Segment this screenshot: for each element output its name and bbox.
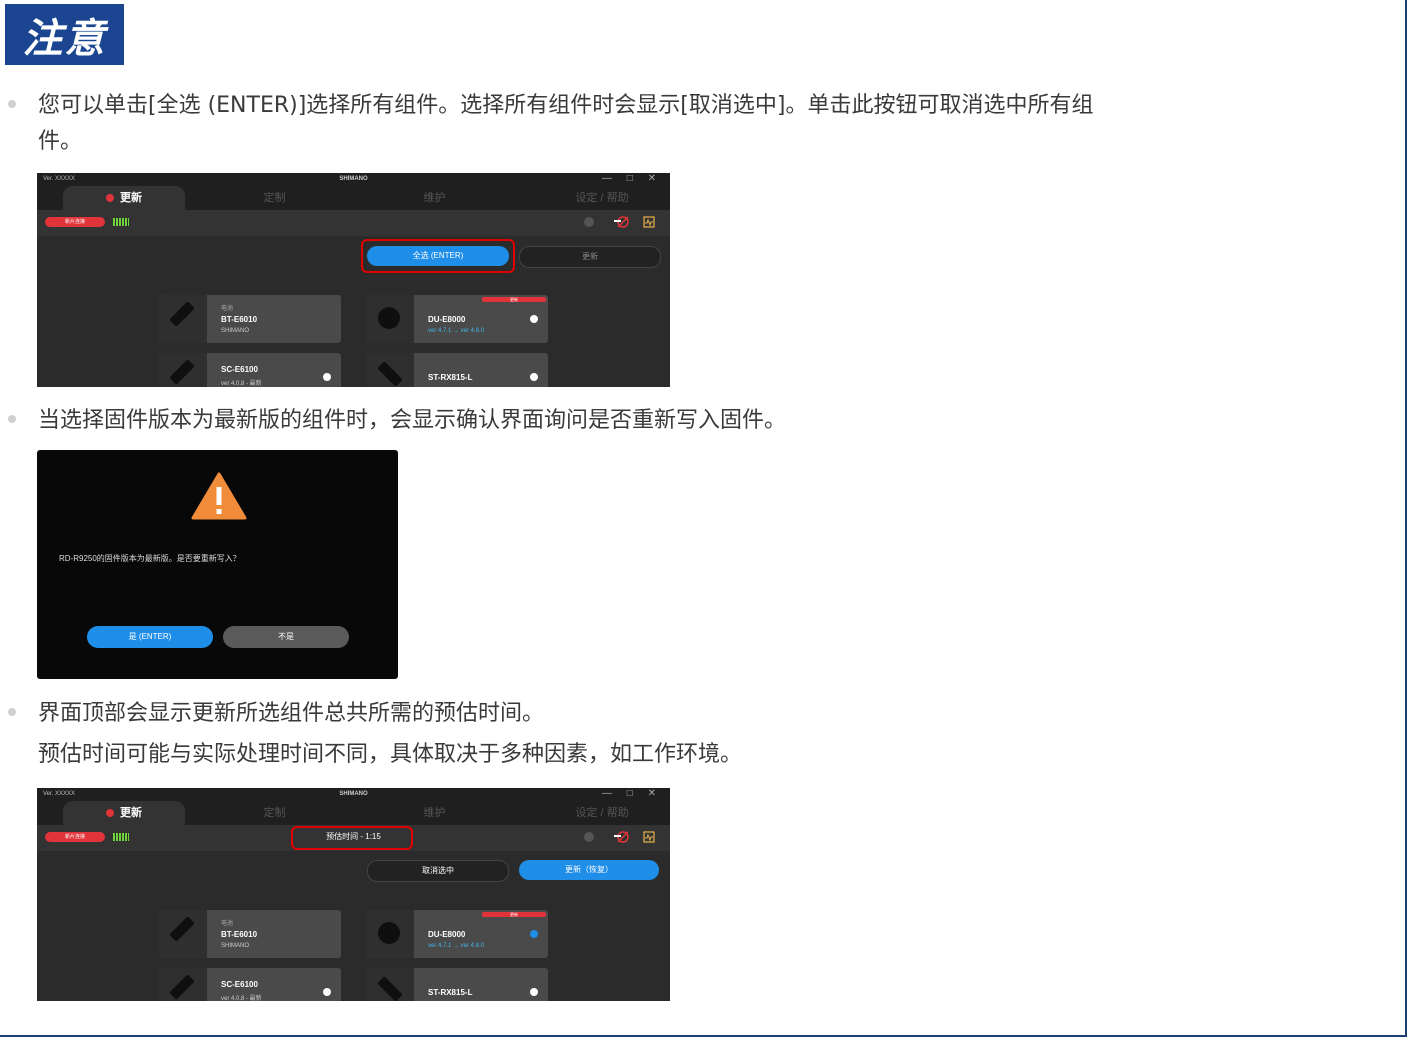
tab-label: 更新	[120, 807, 142, 819]
tab-maintenance[interactable]: 维护	[397, 801, 472, 825]
deselect-button[interactable]: 取消选中	[367, 860, 509, 882]
tab-update[interactable]: 更新	[63, 801, 185, 825]
dialog-message: RD-R9250的固件版本为最新版。是否要重新写入？	[59, 554, 241, 563]
drive-unit-image	[366, 910, 414, 958]
card-category: 电池	[221, 921, 234, 927]
toolbar: 新片连接 预估时间 - 1:15	[37, 825, 670, 851]
shifter-image	[366, 968, 414, 1001]
card-sub: SHIMANO	[221, 328, 250, 334]
title-bar: Ver. XXXXX SHIMANO — □ ✕	[37, 173, 670, 186]
card-model: SC-E6100	[221, 365, 258, 374]
display-image	[159, 353, 207, 387]
update-restore-button[interactable]: 更新（恢复）	[519, 860, 659, 880]
bullet-dot	[8, 708, 16, 716]
select-radio[interactable]	[530, 315, 538, 323]
component-card[interactable]: 更新 DU-E8000 ver 4.7.1 → ver 4.8.0	[366, 910, 548, 958]
unit-connection-pill: 新片连接	[45, 217, 105, 227]
bullet-text-1-cont: 件。	[38, 129, 83, 154]
component-card[interactable]: 电池 BT-E6010 SHIMANO	[159, 910, 341, 958]
tab-bar: 更新 定制 维护 设定 / 帮助	[37, 801, 670, 825]
monitor-icon[interactable]	[643, 831, 655, 843]
card-category: 电池	[221, 306, 234, 312]
card-sub: SHIMANO	[221, 943, 250, 949]
component-card[interactable]: SC-E6100 ver 4.0.8 - 最新	[159, 353, 341, 387]
battery-icon	[113, 218, 129, 226]
component-card[interactable]: ST-RX815-L	[366, 353, 548, 387]
bullet-dot	[8, 100, 16, 108]
bullet-text-1: 您可以单击[全选 (ENTER)]选择所有组件。选择所有组件时会显示[取消选中]…	[38, 93, 1094, 118]
highlight-box	[291, 826, 413, 850]
window-controls[interactable]: — □ ✕	[602, 788, 662, 799]
brand-logo: SHIMANO	[339, 176, 368, 182]
title-bar: Ver. XXXXX SHIMANO — □ ✕	[37, 788, 670, 801]
tab-maintenance[interactable]: 维护	[397, 186, 472, 210]
bike-disconnected-icon[interactable]	[612, 831, 634, 843]
card-version: ver 4.0.8 - 最新	[221, 381, 262, 387]
card-model: ST-RX815-L	[428, 373, 473, 382]
update-flag: 更新	[482, 297, 546, 302]
drive-unit-image	[366, 295, 414, 343]
tab-customize[interactable]: 定制	[237, 801, 312, 825]
yes-button[interactable]: 是 (ENTER)	[87, 626, 213, 648]
battery-image	[159, 910, 207, 958]
bike-disconnected-icon[interactable]	[612, 216, 634, 228]
card-model: ST-RX815-L	[428, 988, 473, 997]
component-card[interactable]: 更新 DU-E8000 ver 4.7.1 → ver 4.8.0	[366, 295, 548, 343]
card-version: ver 4.7.1 → ver 4.8.0	[428, 328, 485, 334]
tab-settings-help[interactable]: 设定 / 帮助	[547, 186, 657, 210]
update-button[interactable]: 更新	[519, 246, 661, 268]
select-radio[interactable]	[323, 988, 331, 996]
shifter-image	[366, 353, 414, 387]
select-radio[interactable]	[530, 988, 538, 996]
toolbar: 新片连接	[37, 210, 670, 236]
no-button[interactable]: 不是	[223, 626, 349, 648]
status-dot-icon	[106, 194, 114, 202]
tab-settings-help[interactable]: 设定 / 帮助	[547, 801, 657, 825]
tab-label: 更新	[120, 192, 142, 204]
card-model: DU-E8000	[428, 930, 466, 939]
bullet-text-3: 界面顶部会显示更新所选组件总共所需的预估时间。	[38, 701, 545, 726]
warning-icon	[191, 472, 247, 520]
rewrite-confirm-dialog: RD-R9250的固件版本为最新版。是否要重新写入？ 是 (ENTER) 不是	[37, 450, 398, 679]
app-screenshot-estimate: Ver. XXXXX SHIMANO — □ ✕ 更新 定制 维护 设定 / 帮…	[37, 788, 670, 1001]
card-model: SC-E6100	[221, 980, 258, 989]
help-icon[interactable]	[583, 831, 595, 843]
battery-image	[159, 295, 207, 343]
window-controls[interactable]: — □ ✕	[602, 173, 662, 184]
tab-customize[interactable]: 定制	[237, 186, 312, 210]
main-content: 取消选中 更新（恢复） 电池 BT-E6010 SHIMANO 更新 DU-E8…	[37, 851, 670, 1001]
status-dot-icon	[106, 809, 114, 817]
help-icon[interactable]	[583, 216, 595, 228]
display-image	[159, 968, 207, 1001]
select-radio[interactable]	[323, 373, 331, 381]
card-version: ver 4.7.1 → ver 4.8.0	[428, 943, 485, 949]
monitor-icon[interactable]	[643, 216, 655, 228]
card-model: BT-E6010	[221, 315, 258, 324]
component-card[interactable]: ST-RX815-L	[366, 968, 548, 1001]
component-card[interactable]: SC-E6100 ver 4.0.8 - 最新	[159, 968, 341, 1001]
select-radio[interactable]	[530, 373, 538, 381]
tab-update[interactable]: 更新	[63, 186, 185, 210]
card-version: ver 4.0.8 - 最新	[221, 996, 262, 1001]
bullet-dot	[8, 415, 16, 423]
select-radio-checked[interactable]	[530, 930, 538, 938]
main-content: 全选 (ENTER) 更新 电池 BT-E6010 SHIMANO 更新 DU-…	[37, 236, 670, 387]
app-screenshot-select-all: Ver. XXXXX SHIMANO — □ ✕ 更新 定制 维护 设定 / 帮…	[37, 173, 670, 387]
bullet-text-2: 当选择固件版本为最新版的组件时，会显示确认界面询问是否重新写入固件。	[38, 408, 787, 433]
caution-heading: 注意	[5, 4, 124, 65]
bullet-text-3-cont: 预估时间可能与实际处理时间不同，具体取决于多种因素，如工作环境。	[38, 742, 743, 767]
card-model: BT-E6010	[221, 930, 258, 939]
component-card[interactable]: 电池 BT-E6010 SHIMANO	[159, 295, 341, 343]
highlight-box	[361, 239, 515, 273]
brand-logo: SHIMANO	[339, 791, 368, 797]
update-flag: 更新	[482, 912, 546, 917]
tab-bar: 更新 定制 维护 设定 / 帮助	[37, 186, 670, 210]
card-model: DU-E8000	[428, 315, 466, 324]
